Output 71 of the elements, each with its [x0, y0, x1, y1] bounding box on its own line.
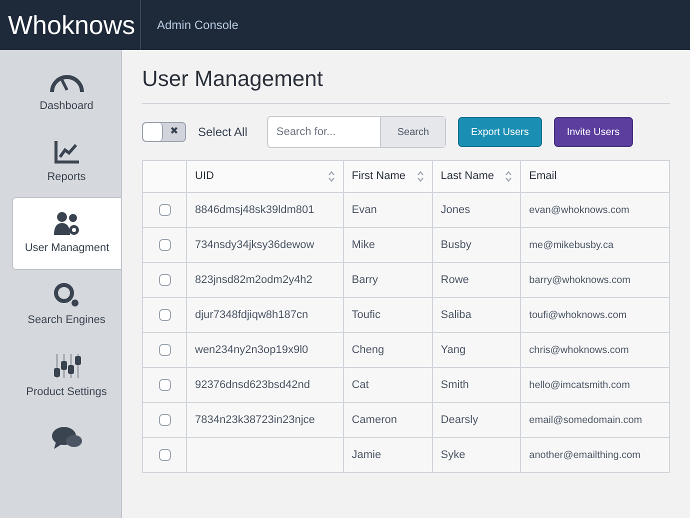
table-cell: Yang — [440, 344, 466, 356]
table-cell: Cat — [352, 378, 369, 391]
table-cell: Smith — [440, 378, 469, 391]
table-cell: me@mikebusby.ca — [529, 240, 614, 250]
users-gear-icon — [52, 210, 82, 236]
table-cell: evan@whoknows.com — [529, 204, 630, 216]
search-button[interactable]: Search — [380, 117, 446, 147]
table-cell: Cameron — [352, 414, 397, 426]
table-cell: email@somedomain.com — [529, 414, 642, 426]
table-cell: 7834n23k38723in23njce — [195, 414, 315, 426]
table-cell: Rowe — [440, 274, 469, 286]
page-title: User Management — [142, 62, 670, 104]
sort-icon[interactable] — [328, 171, 335, 182]
table-cell: 8846dmsj48sk39ldm801 — [195, 204, 314, 216]
sidebar-item[interactable]: Dashboard — [12, 58, 121, 126]
search-field[interactable]: Search for... Search — [267, 116, 446, 148]
table-cell: Evan — [352, 204, 377, 216]
select-all-toggle[interactable]: ✖ — [142, 122, 186, 142]
chat-bubbles-icon — [50, 424, 82, 450]
action-button[interactable]: Export Users — [458, 117, 542, 147]
row-checkbox[interactable] — [158, 238, 170, 251]
column-header: Last Name — [440, 169, 494, 184]
column-header: UID — [195, 169, 214, 184]
table-cell: Mike — [352, 238, 375, 251]
sort-icon[interactable] — [505, 171, 512, 182]
line-chart-icon — [52, 138, 80, 164]
sidebar-label: Dashboard — [40, 99, 94, 114]
table-cell: djur7348fdjiqw8h187cn — [195, 308, 308, 321]
table-cell: toufi@whoknows.com — [529, 310, 627, 320]
table-cell: Dearsly — [440, 414, 478, 426]
sidebar-item[interactable]: User Managment — [12, 197, 122, 270]
column-header: Email — [529, 169, 557, 184]
table-cell: Saliba — [440, 308, 472, 321]
table-cell: Barry — [352, 274, 378, 286]
row-checkbox[interactable] — [158, 274, 170, 286]
select-all-label: Select All — [198, 124, 248, 141]
sliders-icon — [52, 352, 82, 380]
sidebar-label: Search Engines — [28, 312, 106, 328]
row-checkbox[interactable] — [158, 308, 170, 321]
row-checkbox[interactable] — [158, 204, 170, 216]
sidebar-item[interactable]: Search Engines — [12, 270, 121, 340]
table-cell: barry@whoknows.com — [529, 274, 630, 286]
table-cell: hello@imcatsmith.com — [529, 380, 630, 390]
table-cell: wen234ny2n3op19x9l0 — [195, 344, 308, 356]
row-checkbox[interactable] — [158, 414, 170, 426]
table-cell: 823jnsd82m2odm2y4h2 — [195, 274, 312, 286]
table-cell: Cheng — [352, 344, 384, 356]
table-cell: Busby — [440, 238, 472, 251]
sidebar-item[interactable]: Product Settings — [12, 340, 121, 412]
table-cell: chris@whoknows.com — [529, 344, 629, 356]
table-cell: Jones — [440, 204, 470, 216]
table-cell: 92376dnsd623bsd42nd — [195, 378, 310, 391]
row-checkbox[interactable] — [158, 378, 170, 391]
sidebar-label: Reports — [47, 170, 86, 184]
row-checkbox[interactable] — [158, 448, 170, 461]
toggle-glyph: ✖ — [169, 125, 179, 139]
column-header: First Name — [352, 169, 406, 184]
sort-icon[interactable] — [416, 171, 424, 182]
action-button[interactable]: Invite Users — [554, 117, 633, 147]
logo[interactable]: Whoknows — [0, 6, 140, 44]
search-icon — [52, 282, 80, 308]
sidebar-label: Product Settings — [26, 385, 107, 400]
row-checkbox[interactable] — [158, 344, 170, 356]
table-cell: another@emailthing.com — [529, 450, 640, 460]
table-cell: Syke — [440, 448, 466, 461]
sidebar-item[interactable]: Reports — [12, 126, 121, 197]
sidebar-label: User Managment — [24, 241, 110, 256]
table-cell: Toufic — [352, 308, 380, 321]
console-title: Admin Console — [157, 17, 238, 34]
table-cell: 734nsdy34jksy36dewow — [195, 238, 314, 251]
table-cell: Jamie — [352, 448, 382, 461]
